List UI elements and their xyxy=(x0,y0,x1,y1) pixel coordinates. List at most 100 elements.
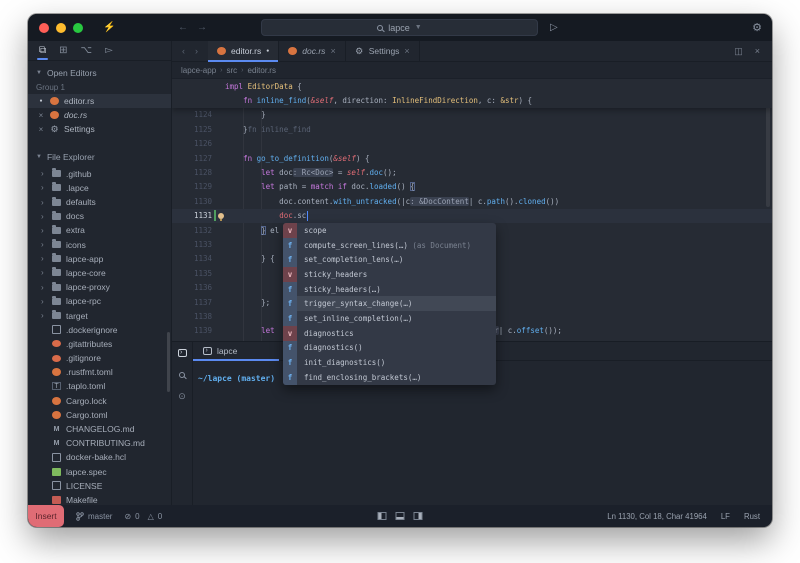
tree-folder[interactable]: › lapce-proxy xyxy=(28,280,171,294)
tree-folder[interactable]: › lapce-core xyxy=(28,266,171,280)
completion-item[interactable]: f diagnostics() xyxy=(283,340,496,356)
tree-folder[interactable]: › defaults xyxy=(28,195,171,209)
language-mode[interactable]: Rust xyxy=(744,512,760,521)
tree-folder[interactable]: › docs xyxy=(28,209,171,223)
completion-item[interactable]: f sticky_headers(…) xyxy=(283,281,496,297)
sidebar-scrollbar[interactable] xyxy=(167,332,170,392)
completion-item[interactable]: f set_completion_lens(…) xyxy=(283,252,496,268)
toggle-bottom-panel-icon[interactable] xyxy=(395,512,405,520)
tabs-back-button[interactable]: ‹ xyxy=(182,46,185,56)
chevron-right-icon: › xyxy=(220,66,223,74)
app-window: ⚡ ← → lapce ▼ ▷ ⚙ ⧉ ⊞ ⌥ ▻ ▼ Open Editors… xyxy=(28,14,772,527)
terminal-icon[interactable] xyxy=(177,349,187,359)
completion-label: sticky_headers(…) xyxy=(304,284,381,294)
tab-settings[interactable]: ⚙ Settings × xyxy=(346,41,420,61)
code-line[interactable]: 1126 xyxy=(172,137,772,151)
cursor-position[interactable]: Ln 1130, Col 18, Char 41964 xyxy=(607,512,707,521)
tree-item-label: .rustfmt.toml xyxy=(66,367,113,378)
code-line[interactable]: 1125 }fn inline_find xyxy=(172,122,772,136)
window-zoom-button[interactable] xyxy=(73,22,83,33)
tree-file[interactable]: lapce.spec xyxy=(28,465,171,479)
code-line[interactable]: 1129 let path = match if doc.loaded() { xyxy=(172,180,772,194)
open-editor-item[interactable]: × ⚙ Settings xyxy=(28,122,171,136)
breadcrumb-item[interactable]: lapce-app xyxy=(181,66,216,75)
folder-icon xyxy=(52,196,61,206)
explorer-icon[interactable]: ⧉ xyxy=(36,45,49,60)
open-editors-header[interactable]: ▼ Open Editors xyxy=(28,61,171,81)
mode-badge[interactable]: Insert xyxy=(28,505,64,527)
window-close-button[interactable] xyxy=(39,22,49,33)
workspace-search-box[interactable]: lapce ▼ xyxy=(261,19,538,36)
toggle-left-panel-icon[interactable] xyxy=(377,512,387,520)
completion-item[interactable]: f find_enclosing_brackets(…) xyxy=(283,369,496,385)
search-icon[interactable] xyxy=(179,371,185,380)
rust-icon xyxy=(52,410,61,419)
run-button[interactable]: ▷ xyxy=(550,22,558,33)
close-icon[interactable]: × xyxy=(37,111,45,120)
debug-icon[interactable]: ▻ xyxy=(105,45,113,56)
tree-folder[interactable]: › icons xyxy=(28,238,171,252)
code-line[interactable]: 1131 doc.sc xyxy=(172,208,772,223)
completion-item[interactable]: v diagnostics xyxy=(283,325,496,341)
sidebar: ⧉ ⊞ ⌥ ▻ ▼ Open Editors Group 1 ● editor.r… xyxy=(28,41,172,505)
line-ending[interactable]: LF xyxy=(721,512,730,521)
code-line[interactable]: 1127 fn go_to_definition(&self) { xyxy=(172,151,772,165)
code-line[interactable]: 1124 } xyxy=(172,108,772,122)
git-branch-indicator[interactable]: master xyxy=(76,512,112,521)
split-editor-icon[interactable]: ◫ xyxy=(734,46,743,57)
nav-back-button[interactable]: ← xyxy=(178,22,188,33)
tree-file[interactable]: LICENSE xyxy=(28,479,171,493)
completion-item[interactable]: v sticky_headers xyxy=(283,267,496,282)
tree-file[interactable]: Makefile xyxy=(28,493,171,505)
code-action-lightbulb-icon[interactable] xyxy=(218,212,224,221)
close-icon[interactable]: × xyxy=(404,46,409,56)
breadcrumb-item[interactable]: editor.rs xyxy=(248,66,276,75)
tree-item-label: CHANGELOG.md xyxy=(66,424,135,435)
tree-folder[interactable]: › .github xyxy=(28,167,171,181)
completion-item[interactable]: f set_inline_completion(…) xyxy=(283,311,496,326)
tree-folder[interactable]: › extra xyxy=(28,223,171,237)
tree-file[interactable]: .gitignore xyxy=(28,351,171,365)
tab-doc-rs[interactable]: doc.rs × xyxy=(279,41,346,61)
close-icon[interactable]: × xyxy=(330,46,335,56)
toggle-right-panel-icon[interactable] xyxy=(413,512,423,520)
settings-gear-icon[interactable]: ⚙ xyxy=(752,21,762,34)
tree-file[interactable]: docker-bake.hcl xyxy=(28,450,171,464)
tree-file[interactable]: M CHANGELOG.md xyxy=(28,422,171,436)
window-minimize-button[interactable] xyxy=(56,22,66,33)
tree-file[interactable]: M CONTRIBUTING.md xyxy=(28,436,171,450)
close-icon[interactable]: × xyxy=(37,125,45,134)
tree-folder[interactable]: › target xyxy=(28,308,171,322)
problems-indicator[interactable]: ⊘ 0 △ 0 xyxy=(124,512,162,521)
chevron-down-icon: ▼ xyxy=(414,24,422,31)
nav-forward-button[interactable]: → xyxy=(197,22,207,33)
file-explorer-header[interactable]: ▼ File Explorer xyxy=(28,145,171,165)
code-line[interactable]: 1128 let doc: Rc<Doc> = self.doc(); xyxy=(172,165,772,179)
open-editor-item[interactable]: × doc.rs xyxy=(28,108,171,122)
code-line[interactable]: 1130 doc.content.with_untracked(|c: &Doc… xyxy=(172,194,772,208)
source-control-icon[interactable]: ⌥ xyxy=(81,45,93,56)
tree-file[interactable]: Cargo.toml xyxy=(28,408,171,422)
tree-file[interactable]: .rustfmt.toml xyxy=(28,365,171,379)
completion-item[interactable]: f init_diagnostics() xyxy=(283,355,496,370)
open-editor-item[interactable]: ● editor.rs xyxy=(28,94,171,109)
completion-item[interactable]: v scope xyxy=(283,223,496,238)
tree-file[interactable]: Cargo.lock xyxy=(28,394,171,408)
plugin-icon[interactable]: ⊞ xyxy=(59,45,67,56)
tree-file[interactable]: .gitattributes xyxy=(28,337,171,351)
tabs-forward-button[interactable]: › xyxy=(195,46,198,56)
completion-item[interactable]: f compute_screen_lines(…) (as Document) xyxy=(283,237,496,253)
tree-folder[interactable]: › lapce-app xyxy=(28,252,171,266)
terminal-tab[interactable]: lapce xyxy=(193,342,279,361)
line-number: 1124 xyxy=(193,110,212,120)
breadcrumb-item[interactable]: src xyxy=(226,66,237,75)
tab-editor-rs[interactable]: editor.rs ● xyxy=(208,41,280,62)
tree-file[interactable]: .dockerignore xyxy=(28,323,171,337)
tree-file[interactable]: T .taplo.toml xyxy=(28,379,171,393)
completion-label: sticky_headers xyxy=(304,269,368,279)
completion-item[interactable]: f trigger_syntax_change(…) xyxy=(283,296,496,312)
problems-icon[interactable]: ⊙ xyxy=(178,392,186,401)
tree-folder[interactable]: › lapce-rpc xyxy=(28,294,171,308)
tree-folder[interactable]: › .lapce xyxy=(28,181,171,195)
close-icon[interactable]: × xyxy=(755,46,760,56)
